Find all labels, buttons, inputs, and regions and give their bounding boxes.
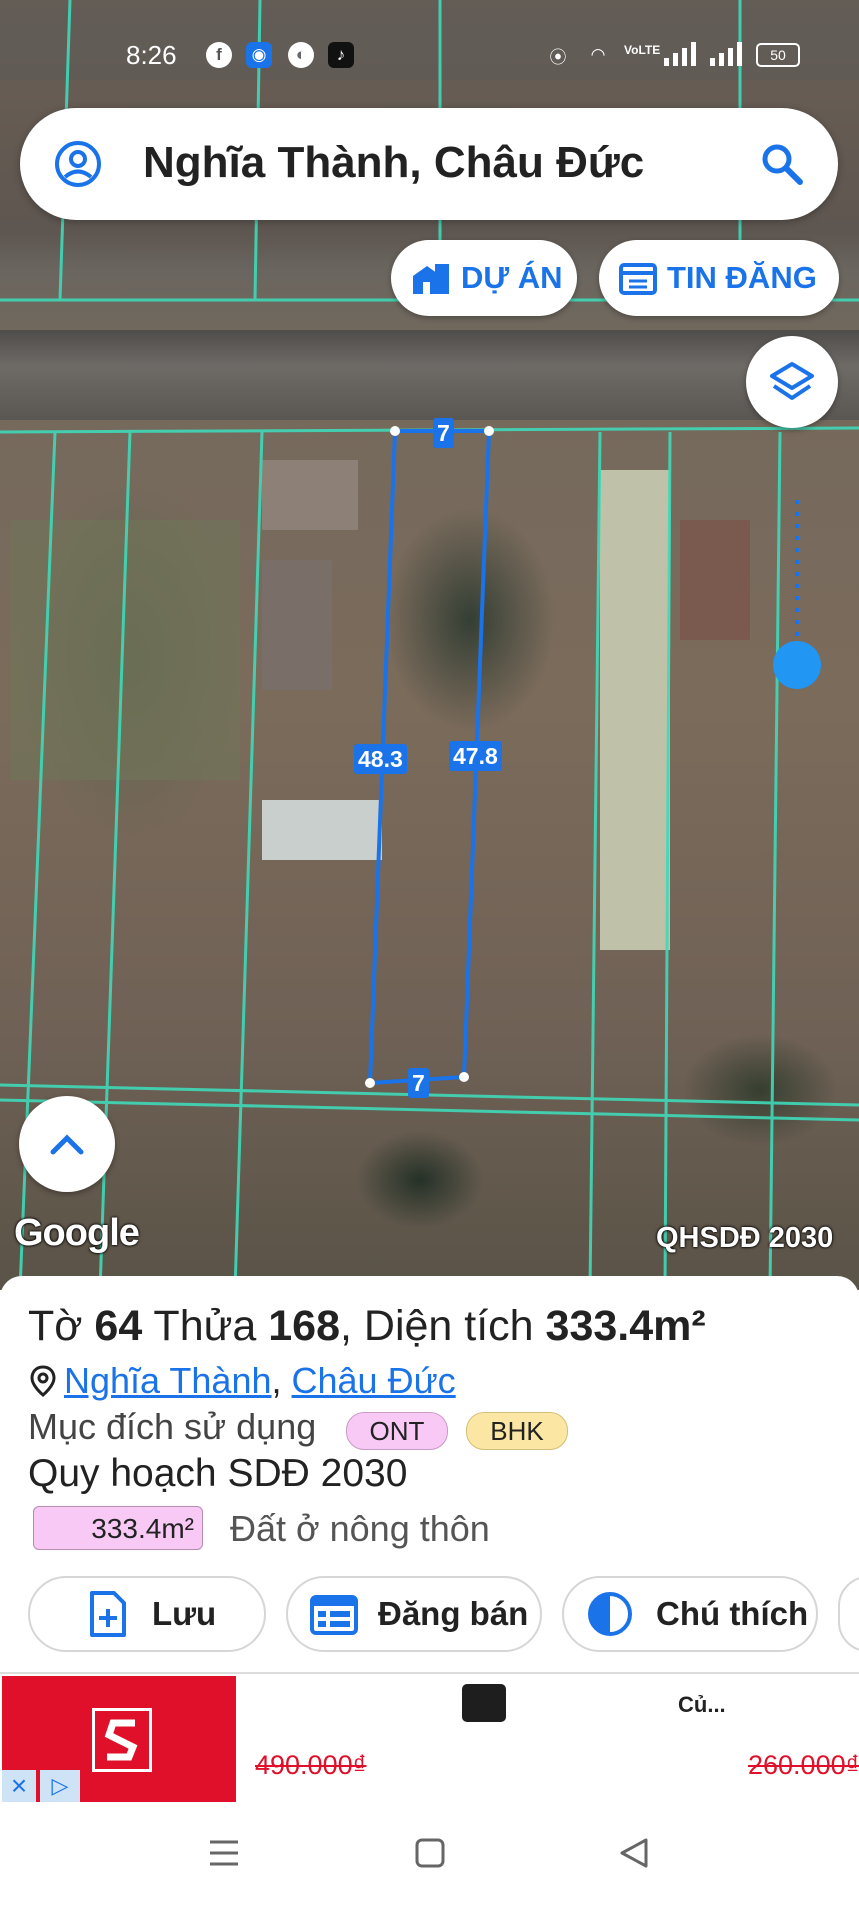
battery-icon: 50 bbox=[756, 43, 800, 67]
calendar-list-icon bbox=[310, 1595, 358, 1635]
chevron-up-icon bbox=[50, 1134, 84, 1155]
status-bar: 8:26 f ◉ ◐ ♪ ⦿ ◠ VoLTE 50 bbox=[0, 36, 859, 76]
ad-old-price-1: 490.000₫ bbox=[255, 1750, 367, 1780]
projects-label: DỰ ÁN bbox=[461, 260, 563, 295]
save-button[interactable]: Lưu bbox=[28, 1576, 266, 1652]
search-bar[interactable]: Nghĩa Thành, Châu Đức bbox=[20, 108, 838, 220]
location-dot bbox=[773, 641, 821, 689]
plan-area-badge: 333.4m² bbox=[33, 1506, 203, 1550]
listings-label: TIN ĐĂNG bbox=[667, 260, 817, 295]
ad-product-title: Củ... bbox=[678, 1692, 726, 1717]
legend-label: Chú thích bbox=[656, 1595, 809, 1632]
sheet-number: 64 bbox=[94, 1302, 143, 1350]
save-label: Lưu bbox=[152, 1595, 217, 1632]
account-icon[interactable] bbox=[54, 140, 102, 188]
purpose-label: Mục đích sử dụng bbox=[28, 1406, 317, 1447]
contrast-icon bbox=[588, 1592, 632, 1636]
map-view[interactable]: 7 48.3 47.8 7 8:26 f ◉ ◐ ♪ ⦿ ◠ VoLTE 50 … bbox=[0, 0, 859, 1290]
post-for-sale-button[interactable]: Đăng bán bbox=[286, 1576, 542, 1652]
parcel-area: 333.4m² bbox=[545, 1302, 706, 1350]
system-navigation-bar bbox=[0, 1804, 859, 1908]
more-actions-button[interactable] bbox=[838, 1576, 859, 1652]
listing-icon bbox=[619, 263, 657, 295]
hotspot-icon: ◉ bbox=[246, 42, 272, 68]
expand-sheet-button[interactable] bbox=[19, 1096, 115, 1192]
plot-bottom-width: 7 bbox=[408, 1068, 429, 1098]
layers-button[interactable] bbox=[746, 336, 838, 428]
ad-old-price-2: 260.000₫ bbox=[748, 1750, 859, 1780]
listings-button[interactable]: TIN ĐĂNG bbox=[599, 240, 839, 316]
ad-banner[interactable]: × ▷ Củ... 490.000₫ 260.000₫ bbox=[0, 1672, 859, 1806]
menu-icon[interactable] bbox=[208, 1838, 240, 1868]
post-for-sale-label: Đăng bán bbox=[378, 1595, 529, 1632]
home-icon[interactable] bbox=[414, 1837, 446, 1869]
file-add-icon bbox=[90, 1591, 126, 1637]
google-attribution: Google bbox=[14, 1212, 140, 1254]
search-query[interactable]: Nghĩa Thành, Châu Đức bbox=[143, 138, 644, 188]
building-icon bbox=[413, 264, 449, 294]
layer-name-label: QHSDĐ 2030 bbox=[656, 1222, 834, 1254]
legend-button[interactable]: Chú thích bbox=[562, 1576, 818, 1652]
location-pin-icon bbox=[30, 1365, 56, 1397]
wifi-icon: ◠ bbox=[590, 45, 606, 64]
volte-label: VoLTE bbox=[624, 43, 661, 57]
battery-level: 50 bbox=[770, 47, 786, 63]
back-icon[interactable] bbox=[618, 1837, 650, 1869]
ad-brand-logo bbox=[2, 1676, 236, 1802]
facebook-icon: f bbox=[206, 42, 232, 68]
purpose-tag-bhk: BHK bbox=[466, 1412, 568, 1450]
search-icon[interactable] bbox=[760, 142, 804, 186]
parcel-location: Nghĩa Thành, Châu Đức bbox=[28, 1360, 456, 1402]
district-link[interactable]: Châu Đức bbox=[292, 1360, 456, 1401]
plot-right-length: 47.8 bbox=[449, 741, 502, 771]
plan-land-type: Đất ở nông thôn bbox=[230, 1508, 490, 1549]
parcel-title: Tờ 64 Thửa 168, Diện tích 333.4m² bbox=[28, 1302, 706, 1350]
location-status-icon: ⦿ bbox=[549, 47, 567, 67]
layers-icon bbox=[770, 362, 814, 400]
product-image bbox=[462, 1684, 506, 1722]
purpose-tag-ont: ONT bbox=[346, 1412, 448, 1450]
ward-link[interactable]: Nghĩa Thành bbox=[64, 1360, 272, 1401]
status-time: 8:26 bbox=[126, 40, 177, 70]
signal-icon bbox=[664, 42, 696, 66]
parcel-number: 168 bbox=[268, 1302, 341, 1350]
tiktok-icon: ♪ bbox=[328, 42, 354, 68]
signal-icon-2 bbox=[710, 42, 742, 66]
plot-top-width: 7 bbox=[433, 418, 454, 448]
ad-choices-icon[interactable]: ▷ bbox=[40, 1770, 80, 1802]
plan-title: Quy hoạch SDĐ 2030 bbox=[28, 1452, 408, 1495]
shopee-logo-icon bbox=[92, 1708, 152, 1772]
plot-left-length: 48.3 bbox=[354, 744, 407, 774]
parcel-info-sheet: Tờ 64 Thửa 168, Diện tích 333.4m² Nghĩa … bbox=[0, 1276, 859, 1676]
chrome-icon: ◐ bbox=[288, 42, 314, 68]
ad-close-icon[interactable]: × bbox=[2, 1770, 36, 1802]
projects-button[interactable]: DỰ ÁN bbox=[391, 240, 577, 316]
